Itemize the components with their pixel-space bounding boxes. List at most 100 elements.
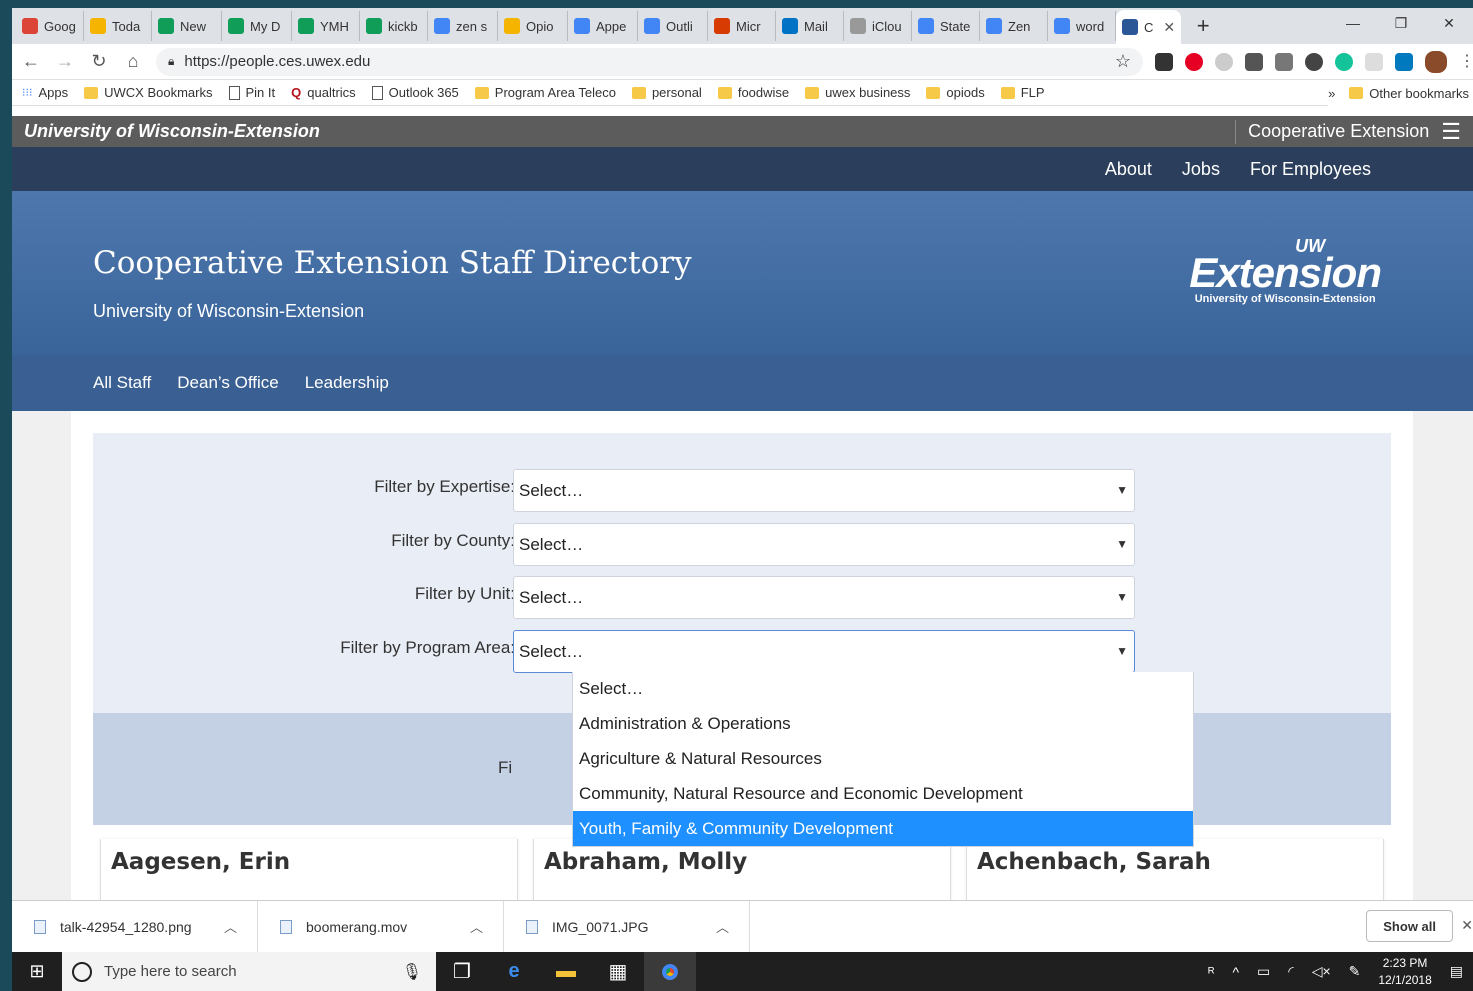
top-nav-link[interactable]: About [1105,159,1152,180]
tab[interactable]: Zen [980,11,1048,41]
filter-select[interactable]: Select… ▼ [513,523,1135,566]
dropdown-option[interactable]: Youth, Family & Community Development [573,811,1193,846]
bookmarks-overflow-button[interactable]: » [1328,86,1335,101]
dropdown-option[interactable]: Community, Natural Resource and Economic… [573,776,1193,811]
microphone-icon[interactable]: 🎙︎ [402,962,422,982]
staff-card[interactable]: Aagesen, Erin [100,839,518,900]
sub-nav-link[interactable]: Leadership [305,373,389,393]
filter-select[interactable]: Select… ▼ [513,576,1135,619]
taskbar-search[interactable]: Type here to search 🎙︎ [62,952,436,991]
back-icon[interactable]: ← [20,51,42,72]
tab[interactable]: Opio [498,11,568,41]
tab[interactable]: Micr [708,11,776,41]
dropdown-option[interactable]: Administration & Operations [573,707,1193,742]
other-bookmarks[interactable]: Other bookmarks [1349,86,1469,101]
pen-icon[interactable]: ✎ [1349,963,1361,980]
restore-button[interactable]: ❐ [1377,8,1425,38]
address-bar[interactable]: 🔒︎ https://people.ces.uwex.edu ☆ [156,47,1143,76]
chevron-up-icon[interactable]: ︿ [716,917,729,936]
edge-icon[interactable]: e [488,952,540,991]
chevron-up-icon[interactable]: ^ [1232,964,1239,980]
dropdown-option[interactable]: Select… [573,672,1193,707]
chevron-up-icon[interactable]: ︿ [224,917,237,936]
tab[interactable]: kickb [360,11,428,41]
tab[interactable]: Outli [638,11,708,41]
minimize-button[interactable]: — [1329,8,1377,38]
file-explorer-icon[interactable]: ▬ [540,952,592,991]
notifications-icon[interactable]: ▤ [1450,963,1463,980]
battery-icon[interactable]: ▭ [1257,963,1270,980]
pinterest-icon[interactable] [1185,52,1203,71]
bookmark-item[interactable]: FLP [1000,85,1045,100]
home-icon[interactable]: ⌂ [122,51,144,72]
bookmark-item[interactable]: Qqualtrics [291,85,356,100]
extension-icon[interactable] [1365,52,1383,71]
tab-favicon-icon [228,18,244,34]
bookmark-item[interactable]: opiods [926,85,985,100]
sub-nav-link[interactable]: Dean’s Office [177,373,278,393]
extension-icon[interactable] [1215,52,1233,71]
bookmark-item[interactable]: ⁝⁝⁝ Apps [22,85,68,100]
tab[interactable]: My D [222,11,292,41]
volume-muted-icon[interactable]: ◁× [1312,963,1331,980]
windows-start-icon[interactable]: ⊞ [12,952,62,991]
chrome-icon[interactable] [644,952,696,991]
profile-avatar-icon[interactable] [1425,50,1447,73]
tab[interactable]: YMH [292,11,360,41]
bookmark-item[interactable]: Pin It [228,85,275,100]
close-window-button[interactable]: ✕ [1425,8,1473,38]
filter-select[interactable]: Select… ▼ [513,630,1135,673]
staff-card[interactable]: Abraham, Molly [533,839,951,900]
bookmark-item[interactable]: Outlook 365 [371,85,459,100]
tab-close-icon[interactable]: ✕ [1163,19,1175,36]
top-nav-link[interactable]: Jobs [1182,159,1220,180]
downloads-close-icon[interactable]: ✕ [1461,917,1473,934]
extension-icon[interactable] [1275,52,1293,71]
new-tab-button[interactable]: + [1189,12,1217,40]
coop-ext-menu[interactable]: Cooperative Extension ☰ [1235,119,1461,145]
bookmark-star-icon[interactable]: ☆ [1115,51,1131,72]
download-item[interactable]: IMG_0071.JPG ︿ [504,900,750,952]
tab[interactable]: State [912,11,980,41]
task-view-icon[interactable]: ❐ [436,952,488,991]
staff-card[interactable]: Achenbach, Sarah [966,839,1384,900]
wifi-icon[interactable]: ◜ [1288,963,1293,980]
clock[interactable]: 2:23 PM 12/1/2018 [1378,955,1431,989]
chevron-up-icon[interactable]: ︿ [470,917,483,936]
tab[interactable]: word [1048,11,1116,41]
tab[interactable]: New [152,11,222,41]
uwex-title-link[interactable]: University of Wisconsin-Extension [24,121,320,142]
top-nav-link[interactable]: For Employees [1250,159,1371,180]
bookmark-item[interactable]: uwex business [805,85,910,100]
dropdown-option[interactable]: Agriculture & Natural Resources [573,742,1193,777]
bookmark-item[interactable]: UWCX Bookmarks [84,85,213,100]
bookmark-item[interactable]: Program Area Teleco [474,85,616,100]
tab[interactable]: iClou [844,11,912,41]
forward-icon[interactable]: → [54,51,76,72]
grammarly-icon[interactable] [1335,52,1353,71]
program-area-dropdown-list[interactable]: Select… Administration & Operations Agricu… [572,672,1194,847]
tab[interactable]: zen s [428,11,498,41]
sub-nav-link[interactable]: All Staff [93,373,151,393]
trello-icon[interactable] [1395,52,1413,71]
smiley-icon[interactable] [1305,52,1323,71]
show-all-button[interactable]: Show all [1366,910,1453,942]
tab-active[interactable]: C ✕ [1116,10,1182,44]
pocket-icon[interactable] [1245,52,1263,71]
filter-select[interactable]: Select… ▼ [513,469,1135,512]
bookmark-item[interactable]: foodwise [717,85,789,100]
tab[interactable]: Mail [776,11,844,41]
menu-dots-icon[interactable]: ⋮ [1459,53,1473,71]
download-item[interactable]: boomerang.mov ︿ [258,900,504,952]
extension-icon[interactable] [1155,52,1173,71]
hamburger-icon[interactable]: ☰ [1441,119,1461,145]
tab[interactable]: Toda [84,11,152,41]
reload-icon[interactable]: ↻ [88,51,110,72]
tab[interactable]: Appe [568,11,638,41]
download-item[interactable]: talk-42954_1280.png ︿ [12,900,258,952]
bookmark-item[interactable]: personal [631,85,702,100]
tab[interactable]: Goog [16,11,84,41]
uw-extension-logo[interactable]: UW Extension University of Wisconsin-Ext… [1189,237,1382,305]
store-icon[interactable]: ▦ [592,952,644,991]
people-icon[interactable]: ᴿ [1208,964,1214,980]
